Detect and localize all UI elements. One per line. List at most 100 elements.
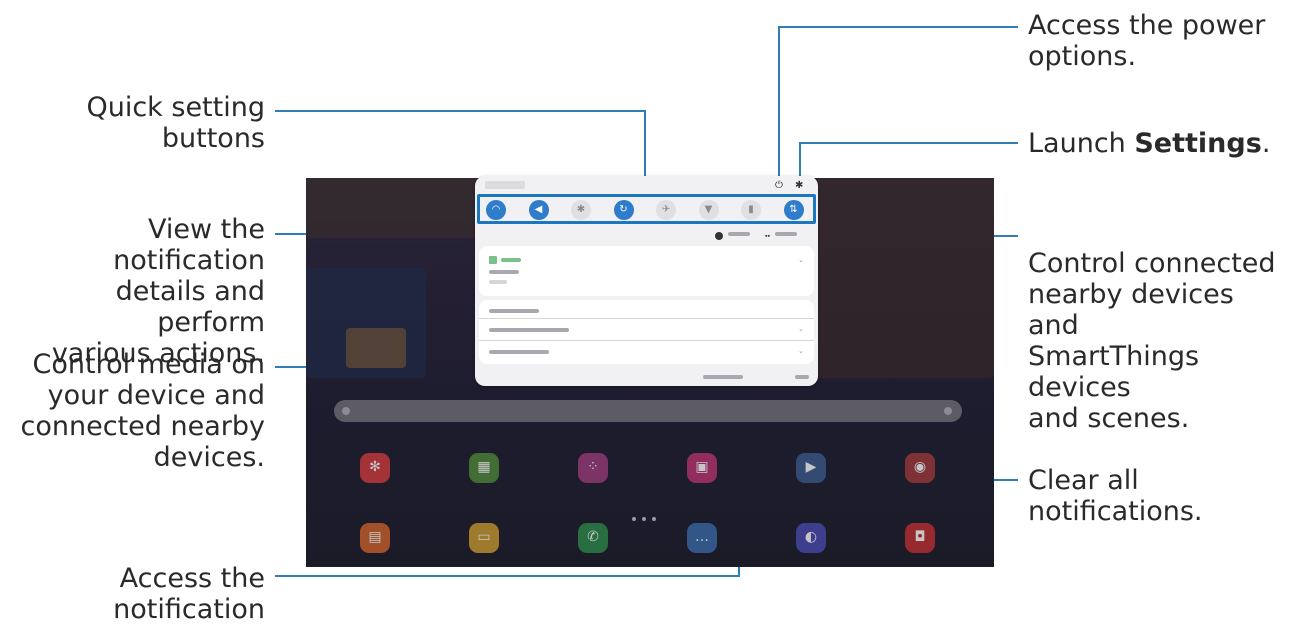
callout-text: Control connected — [1028, 248, 1276, 279]
app-icon[interactable]: ◐ — [796, 523, 826, 553]
app-icon[interactable]: ▭ — [469, 523, 499, 553]
app-icon[interactable]: ▤ — [360, 523, 390, 553]
callout-view-notification-details: View the notification details and perfor… — [0, 214, 265, 369]
notification-title — [489, 270, 519, 274]
more-options-icon — [944, 407, 952, 415]
leader-line — [799, 142, 801, 178]
callout-text: devices. — [153, 442, 265, 473]
callout-control-connected-devices: Control connected nearby devices and Sma… — [1028, 248, 1293, 434]
callout-text: . — [1261, 128, 1271, 159]
folder-icon: ▭ — [477, 529, 491, 545]
wallpaper-shape — [346, 328, 406, 368]
messages-icon: … — [695, 529, 709, 545]
calendar-icon: ▦ — [477, 459, 491, 475]
data-icon[interactable]: ⇅ — [783, 200, 804, 220]
page-indicator — [632, 508, 672, 521]
app-name — [501, 258, 521, 262]
bluetooth-icon[interactable]: ✱ — [571, 200, 591, 220]
callout-text: Access the — [119, 563, 265, 594]
chevron-down-icon[interactable]: ⌄ — [798, 347, 804, 355]
clear-all-button[interactable] — [795, 375, 809, 379]
flower-icon: ✻ — [369, 459, 381, 475]
panel-footer — [703, 373, 813, 381]
wifi-icon[interactable]: ◠ — [486, 200, 506, 220]
callout-quick-setting-buttons: Quick setting buttons — [60, 92, 265, 154]
wallpaper-shape — [816, 178, 994, 378]
notification-panel: ⏻ ✱ ◠ ◀ ✱ ↻ ✈ ▼ ▮ ⇅ ▪▪ ⌄ ⌄ ⌄ — [475, 176, 818, 386]
leader-line — [275, 575, 740, 577]
chevron-down-icon[interactable]: ⌄ — [798, 325, 804, 333]
group-header — [489, 309, 539, 313]
home-search-bar[interactable] — [334, 400, 962, 422]
play-icon: ▶ — [805, 459, 817, 475]
quick-settings-row: ◠ ◀ ✱ ↻ ✈ ▼ ▮ ⇅ — [477, 194, 816, 224]
leader-line — [778, 26, 780, 176]
camera-icon: ◘ — [914, 529, 926, 545]
battery-saver-icon[interactable]: ▮ — [741, 200, 761, 220]
app-icon[interactable]: ◉ — [905, 453, 935, 483]
settings-term: Settings — [1134, 128, 1262, 159]
app-icon[interactable]: ▶ — [796, 453, 826, 483]
app-indicator — [489, 256, 497, 264]
leader-line — [800, 142, 1018, 144]
auto-rotate-icon[interactable]: ↻ — [613, 200, 634, 220]
callout-notification-settings: Access the notification settings. — [0, 563, 265, 625]
notification-settings-button[interactable] — [703, 375, 743, 379]
gear-icon[interactable]: ✱ — [795, 180, 803, 191]
notification-row — [489, 350, 549, 354]
camera-icon: ◉ — [913, 459, 927, 475]
callout-text: nearby devices and — [1028, 279, 1234, 341]
callout-text: Access the power — [1028, 10, 1266, 41]
store-icon: ▣ — [695, 459, 709, 475]
leader-line — [275, 110, 645, 112]
app-icon[interactable]: ✻ — [360, 453, 390, 483]
phone-icon: ✆ — [587, 529, 599, 545]
app-icon[interactable]: … — [687, 523, 717, 553]
callout-text: options. — [1028, 41, 1137, 72]
callout-launch-settings: Launch Settings. — [1028, 128, 1288, 159]
callout-clear-all: Clear all notifications. — [1028, 465, 1288, 527]
internet-icon: ◐ — [804, 529, 818, 545]
flashlight-icon[interactable]: ▼ — [698, 200, 719, 220]
callout-power-options: Access the power options. — [1028, 10, 1288, 72]
grid-icon: ⁘ — [587, 459, 599, 475]
callout-text: and scenes. — [1028, 403, 1190, 434]
callout-text: Quick setting — [86, 92, 265, 123]
leader-line — [778, 26, 1018, 28]
date-time-label — [485, 181, 525, 189]
callout-text: SmartThings devices — [1028, 341, 1200, 403]
divider — [479, 318, 814, 319]
notification-card[interactable]: ⌄ — [479, 246, 814, 296]
wallpaper-shape — [306, 178, 486, 238]
notes-icon: ▤ — [368, 529, 382, 545]
callout-text: buttons — [161, 123, 265, 154]
media-icon — [715, 232, 723, 240]
app-icon[interactable]: ⁘ — [578, 453, 608, 483]
callout-text: Launch — [1028, 128, 1135, 159]
airplane-icon[interactable]: ✈ — [656, 200, 676, 220]
notification-group-card[interactable]: ⌄ ⌄ — [479, 300, 814, 364]
app-icon[interactable]: ▦ — [469, 453, 499, 483]
notification-row — [489, 328, 569, 332]
callout-text: Clear all — [1028, 465, 1139, 496]
chevron-down-icon[interactable]: ⌄ — [798, 256, 804, 264]
callout-control-media: Control media on your device and connect… — [20, 349, 265, 473]
callout-text: Control media on — [32, 349, 266, 380]
app-icon[interactable]: ✆ — [578, 523, 608, 553]
callout-text: notifications. — [1028, 496, 1203, 527]
devices-icon: ▪▪ — [765, 233, 770, 240]
app-icon[interactable]: ▣ — [687, 453, 717, 483]
divider — [479, 340, 814, 341]
app-icon[interactable]: ◘ — [905, 523, 935, 553]
callout-text: details and perform — [115, 276, 265, 338]
callout-text: notification settings. — [113, 594, 265, 625]
callout-text: View the notification — [113, 214, 265, 276]
sound-icon[interactable]: ◀ — [528, 200, 549, 220]
power-icon[interactable]: ⏻ — [775, 180, 783, 191]
notification-text — [489, 280, 507, 284]
devices-button[interactable]: ▪▪ — [765, 232, 797, 240]
search-icon — [342, 407, 350, 415]
callout-text: your device and — [47, 380, 265, 411]
media-output-button[interactable] — [715, 231, 750, 244]
callout-text: connected nearby — [20, 411, 265, 442]
